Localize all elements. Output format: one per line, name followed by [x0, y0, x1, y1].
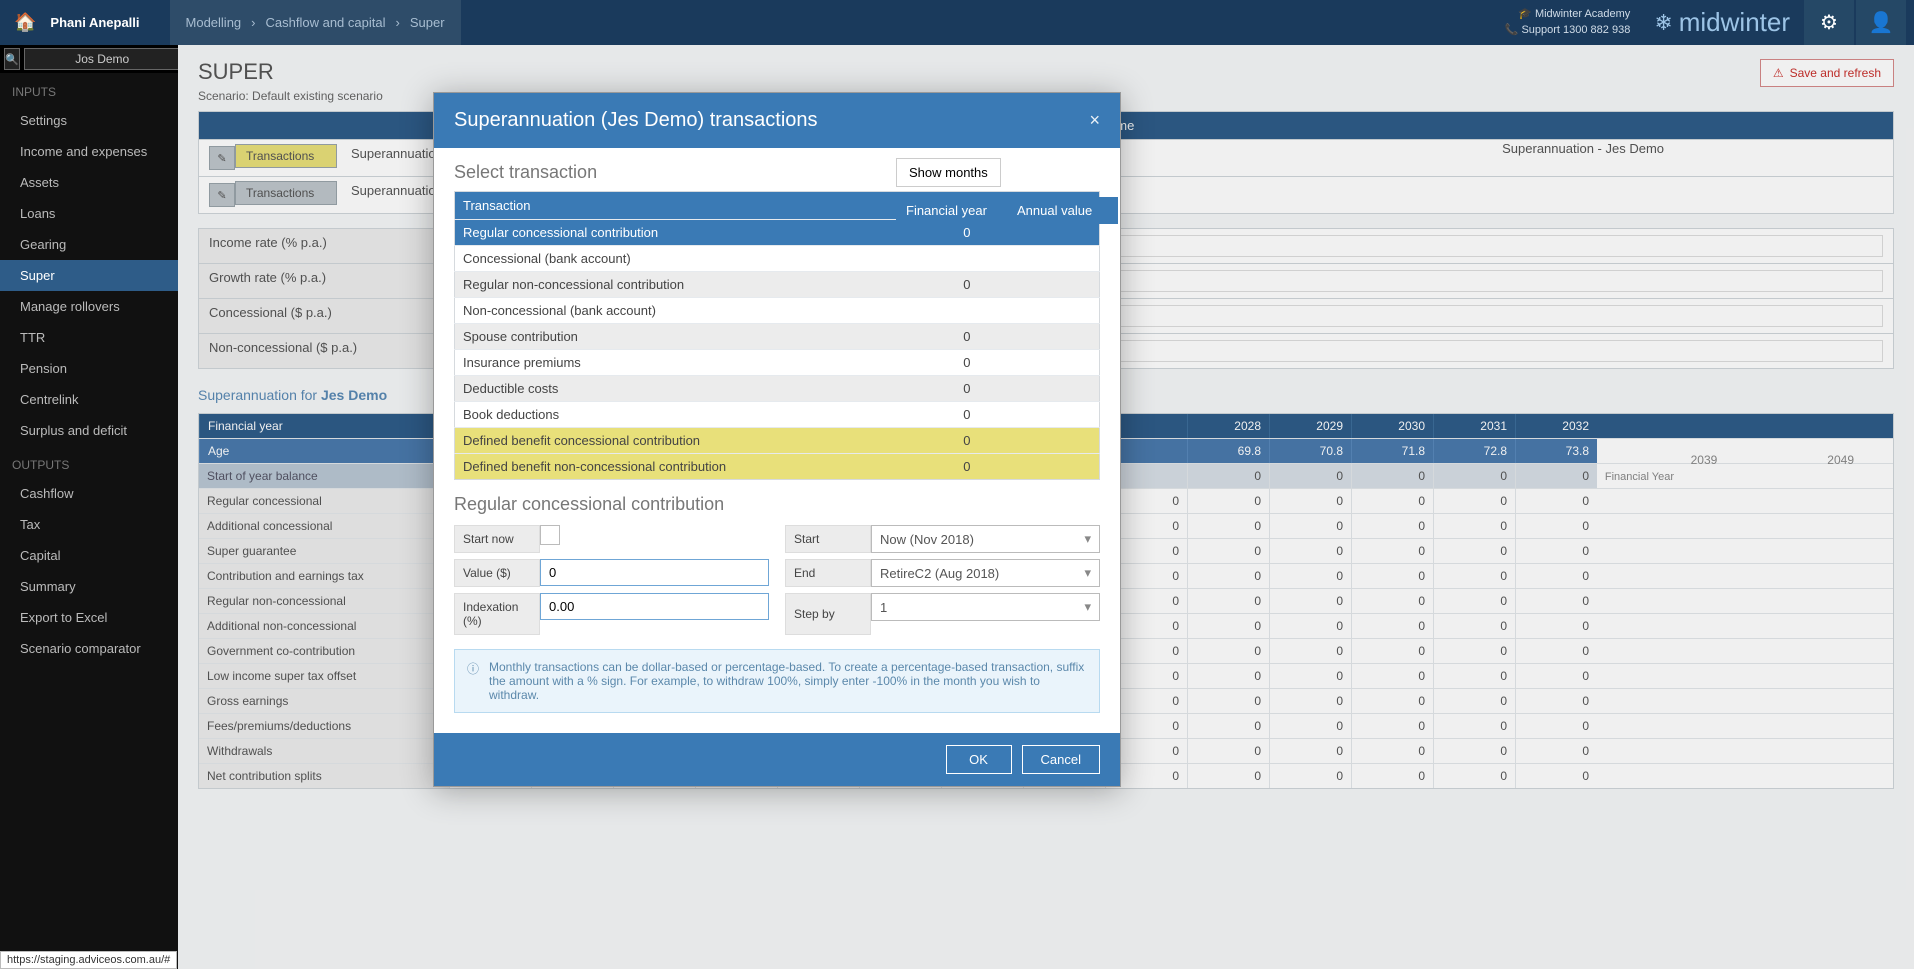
search-icon[interactable]: 🔍 [4, 48, 20, 70]
sidebar-item-income[interactable]: Income and expenses [0, 136, 178, 167]
start-select[interactable]: Now (Nov 2018)▾ [871, 525, 1100, 553]
transaction-row[interactable]: Non-concessional (bank account) [455, 298, 1100, 324]
sidebar-item-gearing[interactable]: Gearing [0, 229, 178, 260]
stepby-select[interactable]: 1▾ [871, 593, 1100, 621]
topbar: 🏠 Phani Anepalli Modelling › Cashflow an… [0, 0, 1914, 45]
modal-right-panel: Show months Financial year Annual value [896, 158, 1118, 224]
sidebar-item-centrelink[interactable]: Centrelink [0, 384, 178, 415]
startnow-label: Start now [454, 525, 540, 553]
sidebar-item-capital[interactable]: Capital [0, 540, 178, 571]
crumb-modelling[interactable]: Modelling [186, 15, 242, 30]
end-select[interactable]: RetireC2 (Aug 2018)▾ [871, 559, 1100, 587]
modal-footer: OK Cancel [434, 733, 1120, 786]
sidebar-item-ttr[interactable]: TTR [0, 322, 178, 353]
transaction-row[interactable]: Book deductions0 [455, 402, 1100, 428]
transaction-form: Regular concessional contribution Start … [454, 494, 1100, 635]
transaction-row[interactable]: Regular non-concessional contribution0 [455, 272, 1100, 298]
breadcrumb: Modelling › Cashflow and capital › Super [170, 0, 461, 45]
info-text: Monthly transactions can be dollar-based… [489, 660, 1087, 702]
crumb-super[interactable]: Super [410, 15, 445, 30]
sidebar-item-surplus[interactable]: Surplus and deficit [0, 415, 178, 446]
transaction-row[interactable]: Insurance premiums0 [455, 350, 1100, 376]
sidebar-item-summary[interactable]: Summary [0, 571, 178, 602]
close-icon[interactable]: × [1089, 110, 1100, 131]
outputs-header: OUTPUTS [0, 446, 178, 478]
gear-icon[interactable]: ⚙ [1804, 0, 1854, 45]
sidebar-item-loans[interactable]: Loans [0, 198, 178, 229]
crumb-cashflow[interactable]: Cashflow and capital [266, 15, 386, 30]
sidebar-item-super[interactable]: Super [0, 260, 178, 291]
current-user[interactable]: Phani Anepalli [50, 15, 169, 30]
value-label: Value ($) [454, 559, 540, 587]
startnow-checkbox[interactable] [540, 525, 560, 545]
transaction-row[interactable]: Deductible costs0 [455, 376, 1100, 402]
sidebar-item-cashflow[interactable]: Cashflow [0, 478, 178, 509]
snowflake-icon: ❄ [1654, 10, 1672, 36]
status-bar: https://staging.adviceos.com.au/# [0, 951, 177, 969]
chevron-right-icon: › [251, 15, 255, 30]
client-input[interactable] [24, 48, 181, 70]
cancel-button[interactable]: Cancel [1022, 745, 1100, 774]
ok-button[interactable]: OK [946, 745, 1012, 774]
sidebar-item-settings[interactable]: Settings [0, 105, 178, 136]
chevron-down-icon: ▾ [1084, 565, 1091, 581]
support-text: Support 1300 882 938 [1521, 24, 1630, 36]
inputs-header: INPUTS [0, 73, 178, 105]
info-box: ⓘ Monthly transactions can be dollar-bas… [454, 649, 1100, 713]
show-months-button[interactable]: Show months [896, 158, 1001, 187]
chevron-down-icon: ▾ [1084, 599, 1091, 615]
th-transaction: Transaction [455, 192, 862, 220]
client-search: 🔍 [0, 45, 178, 73]
sidebar-item-rollovers[interactable]: Manage rollovers [0, 291, 178, 322]
end-label: End [785, 559, 871, 587]
modal-title: Superannuation (Jes Demo) transactions [454, 109, 818, 132]
sidebar-item-export[interactable]: Export to Excel [0, 602, 178, 633]
home-icon[interactable]: 🏠 [0, 12, 50, 33]
form-header: Regular concessional contribution [454, 494, 1100, 515]
transaction-row[interactable]: Defined benefit concessional contributio… [455, 428, 1100, 454]
chevron-right-icon: › [395, 15, 399, 30]
sidebar-item-comparator[interactable]: Scenario comparator [0, 633, 178, 664]
sidebar: 🔍 INPUTS Settings Income and expenses As… [0, 45, 178, 969]
academy-link[interactable]: Midwinter Academy [1535, 8, 1630, 20]
transaction-row[interactable]: Spouse contribution0 [455, 324, 1100, 350]
sidebar-item-pension[interactable]: Pension [0, 353, 178, 384]
chevron-down-icon: ▾ [1084, 531, 1091, 547]
start-label: Start [785, 525, 871, 553]
modal-title-bar: Superannuation (Jes Demo) transactions × [434, 93, 1120, 148]
indexation-label: Indexation (%) [454, 593, 540, 635]
topbar-right: 🎓 Midwinter Academy 📞 Support 1300 882 9… [1495, 0, 1914, 45]
indexation-input[interactable] [540, 593, 769, 620]
brand-logo[interactable]: ❄midwinter [1640, 0, 1804, 45]
sidebar-item-assets[interactable]: Assets [0, 167, 178, 198]
value-input[interactable] [540, 559, 769, 586]
transaction-table: Transaction Amount ($) Start End Regular… [454, 191, 1100, 480]
top-info: 🎓 Midwinter Academy 📞 Support 1300 882 9… [1495, 3, 1641, 42]
user-icon[interactable]: 👤 [1856, 0, 1906, 45]
transaction-row[interactable]: Defined benefit non-concessional contrib… [455, 454, 1100, 480]
stepby-label: Step by [785, 593, 871, 635]
transaction-row[interactable]: Concessional (bank account) [455, 246, 1100, 272]
info-icon: ⓘ [467, 660, 479, 702]
sidebar-item-tax[interactable]: Tax [0, 509, 178, 540]
right-panel-header: Financial year Annual value [896, 197, 1118, 224]
